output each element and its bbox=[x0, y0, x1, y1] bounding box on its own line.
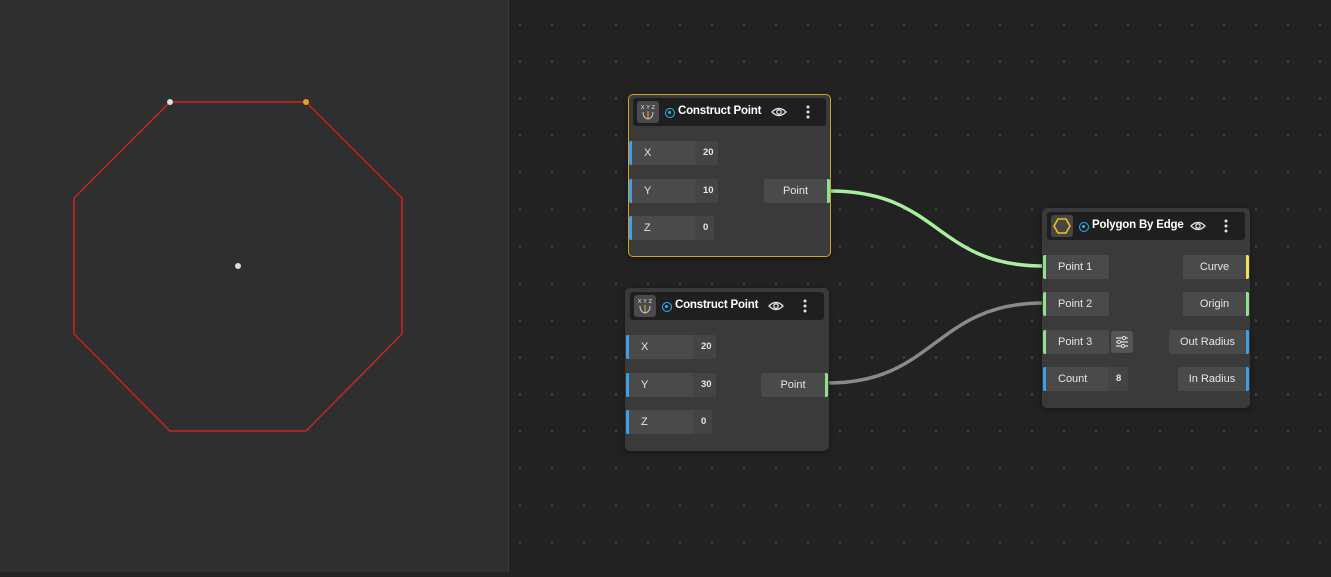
input-label: X bbox=[641, 341, 649, 353]
input-label: Y bbox=[644, 185, 652, 197]
node-title: Construct Point bbox=[678, 105, 762, 117]
eye-icon[interactable] bbox=[1189, 218, 1207, 234]
input-label: Z bbox=[641, 416, 648, 428]
output-in-radius[interactable]: In Radius bbox=[1178, 367, 1249, 391]
point-2-marker[interactable] bbox=[303, 99, 309, 105]
input-point-3[interactable]: Point 3 bbox=[1043, 330, 1109, 354]
status-dot-icon bbox=[662, 302, 672, 312]
output-out-radius[interactable]: Out Radius bbox=[1169, 330, 1249, 354]
construct-point-node-2[interactable]: X Y Z Construct Point X 20 Y 30 Z 0 Poin… bbox=[625, 288, 829, 451]
y-value-field[interactable]: 10 bbox=[695, 179, 718, 203]
node-header[interactable]: X Y Z Construct Point bbox=[633, 98, 826, 126]
input-label: Count bbox=[1058, 373, 1088, 385]
y-value-field[interactable]: 30 bbox=[693, 373, 716, 397]
geometry-viewport[interactable] bbox=[0, 0, 508, 572]
input-point-2[interactable]: Point 2 bbox=[1043, 292, 1109, 316]
status-dot-icon bbox=[665, 108, 675, 118]
xyz-axes-icon: X Y Z bbox=[634, 295, 656, 317]
hexagon-icon bbox=[1051, 215, 1073, 237]
input-label: Z bbox=[644, 222, 651, 234]
eye-icon[interactable] bbox=[770, 104, 788, 120]
output-curve[interactable]: Curve bbox=[1183, 255, 1249, 279]
more-menu-icon[interactable] bbox=[800, 297, 810, 315]
settings-sliders-icon[interactable] bbox=[1111, 331, 1133, 353]
xyz-axes-icon: X Y Z bbox=[637, 101, 659, 123]
node-header[interactable]: X Y Z Construct Point bbox=[630, 292, 824, 320]
construct-point-node-1[interactable]: X Y Z Construct Point X 20 Y 10 Z 0 Poin… bbox=[628, 94, 831, 257]
more-menu-icon[interactable] bbox=[803, 103, 813, 121]
node-header[interactable]: Polygon By Edge bbox=[1047, 212, 1245, 240]
count-value-field[interactable]: 8 bbox=[1108, 367, 1128, 391]
more-menu-icon[interactable] bbox=[1221, 217, 1231, 235]
node-title: Polygon By Edge bbox=[1092, 219, 1184, 231]
xyz-icon-text: X Y Z bbox=[638, 299, 653, 305]
input-label: Point 1 bbox=[1058, 261, 1093, 273]
input-point-1[interactable]: Point 1 bbox=[1043, 255, 1109, 279]
output-point[interactable]: Point bbox=[761, 373, 828, 397]
z-value-field[interactable]: 0 bbox=[695, 216, 714, 240]
node-title: Construct Point bbox=[675, 299, 759, 311]
z-value-field[interactable]: 0 bbox=[693, 410, 712, 434]
input-label: Point 3 bbox=[1058, 336, 1093, 348]
viewport-svg bbox=[73, 99, 403, 432]
origin-marker[interactable] bbox=[235, 263, 241, 269]
input-label: Y bbox=[641, 379, 649, 391]
status-dot-icon bbox=[1079, 222, 1089, 232]
x-value-field[interactable]: 20 bbox=[693, 335, 716, 359]
xyz-icon-text: X Y Z bbox=[641, 105, 656, 111]
output-origin[interactable]: Origin bbox=[1183, 292, 1249, 316]
point-1-marker[interactable] bbox=[167, 99, 173, 105]
input-label: Point 2 bbox=[1058, 298, 1093, 310]
polygon-by-edge-node[interactable]: Polygon By Edge Point 1 Point 2 Point 3 … bbox=[1042, 208, 1250, 408]
eye-icon[interactable] bbox=[767, 298, 785, 314]
output-point[interactable]: Point bbox=[764, 179, 830, 203]
x-value-field[interactable]: 20 bbox=[695, 141, 718, 165]
input-label: X bbox=[644, 147, 652, 159]
